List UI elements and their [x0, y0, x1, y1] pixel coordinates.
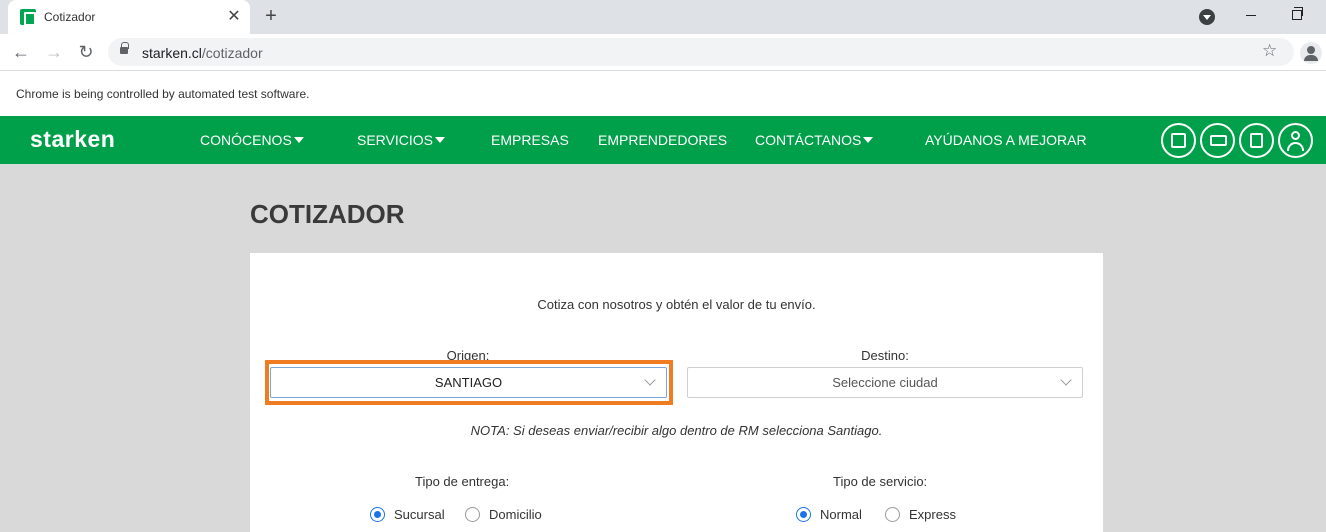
page-title: COTIZADOR [250, 199, 405, 229]
nav-servicios[interactable]: SERVICIOS [357, 132, 445, 148]
box-icon[interactable] [1161, 123, 1196, 158]
radio-unselected-icon [885, 507, 900, 522]
delivery-type-label: Tipo de entrega: [415, 474, 510, 489]
nav-emprendedores[interactable]: EMPRENDEDORES [598, 132, 727, 148]
back-icon[interactable]: ← [9, 40, 33, 64]
caret-down-icon [435, 137, 445, 143]
starken-logo[interactable]: starken [30, 126, 115, 153]
origin-select[interactable]: SANTIAGO [270, 367, 667, 398]
profile-icon[interactable] [1300, 42, 1322, 64]
destination-label: Destino: [861, 348, 909, 363]
radio-unselected-icon [465, 507, 480, 522]
chevron-down-icon [644, 374, 656, 386]
forward-icon[interactable]: → [42, 40, 66, 64]
destination-select[interactable]: Seleccione ciudad [687, 367, 1083, 398]
infobar-text: Chrome is being controlled by automated … [16, 87, 310, 101]
radio-label: Normal [820, 507, 862, 522]
restore-icon[interactable] [1292, 7, 1303, 20]
service-type-label: Tipo de servicio: [833, 474, 928, 489]
url-text: starken.cl/cotizador [142, 45, 263, 61]
caret-down-icon [293, 137, 304, 143]
radio-label: Express [909, 507, 956, 522]
lock-icon [120, 42, 129, 54]
radio-label: Sucursal [394, 507, 445, 522]
quote-form-card: Cotiza con nosotros y obtén el valor de … [250, 253, 1103, 532]
nav-conocenos[interactable]: CONÓCENOS [200, 132, 304, 148]
caret-down-icon [863, 137, 874, 143]
site-navbar: starken CONÓCENOS SERVICIOS EMPRESAS EMP… [0, 116, 1326, 164]
close-tab-icon[interactable]: ✕ [224, 7, 244, 27]
nav-contactanos[interactable]: CONTÁCTANOS [755, 132, 874, 148]
intro-text: Cotiza con nosotros y obtén el valor de … [537, 297, 816, 312]
radio-selected-icon [370, 507, 385, 522]
automation-infobar: Chrome is being controlled by automated … [0, 71, 1326, 116]
starken-favicon-icon [20, 9, 36, 26]
bookmark-star-icon[interactable]: ☆ [1262, 41, 1277, 61]
origin-select-value: SANTIAGO [434, 375, 503, 390]
tab-title: Cotizador [44, 10, 96, 24]
rm-note: NOTA: Si deseas enviar/recibir algo dent… [470, 423, 883, 438]
user-icon[interactable] [1278, 123, 1313, 158]
address-bar[interactable]: starken.cl/cotizador ☆ [108, 38, 1294, 66]
browser-tab[interactable]: Cotizador ✕ [8, 0, 250, 34]
chevron-down-icon [1060, 374, 1072, 386]
nav-ayudanos[interactable]: AYÚDANOS A MEJORAR [925, 132, 1087, 148]
radio-label: Domicilio [489, 507, 542, 522]
truck-icon[interactable] [1200, 123, 1235, 158]
radio-selected-icon [796, 507, 811, 522]
map-icon[interactable] [1239, 123, 1274, 158]
minimize-icon[interactable] [1246, 15, 1256, 16]
destination-select-placeholder: Seleccione ciudad [832, 375, 938, 390]
reload-icon[interactable]: ↻ [74, 40, 98, 64]
tab-search-icon[interactable] [1199, 9, 1215, 25]
nav-empresas[interactable]: EMPRESAS [491, 132, 569, 148]
browser-toolbar: ← → ↻ starken.cl/cotizador ☆ [0, 34, 1326, 71]
browser-tabstrip: Cotizador ✕ + [0, 0, 1326, 34]
new-tab-icon[interactable]: + [260, 5, 282, 27]
